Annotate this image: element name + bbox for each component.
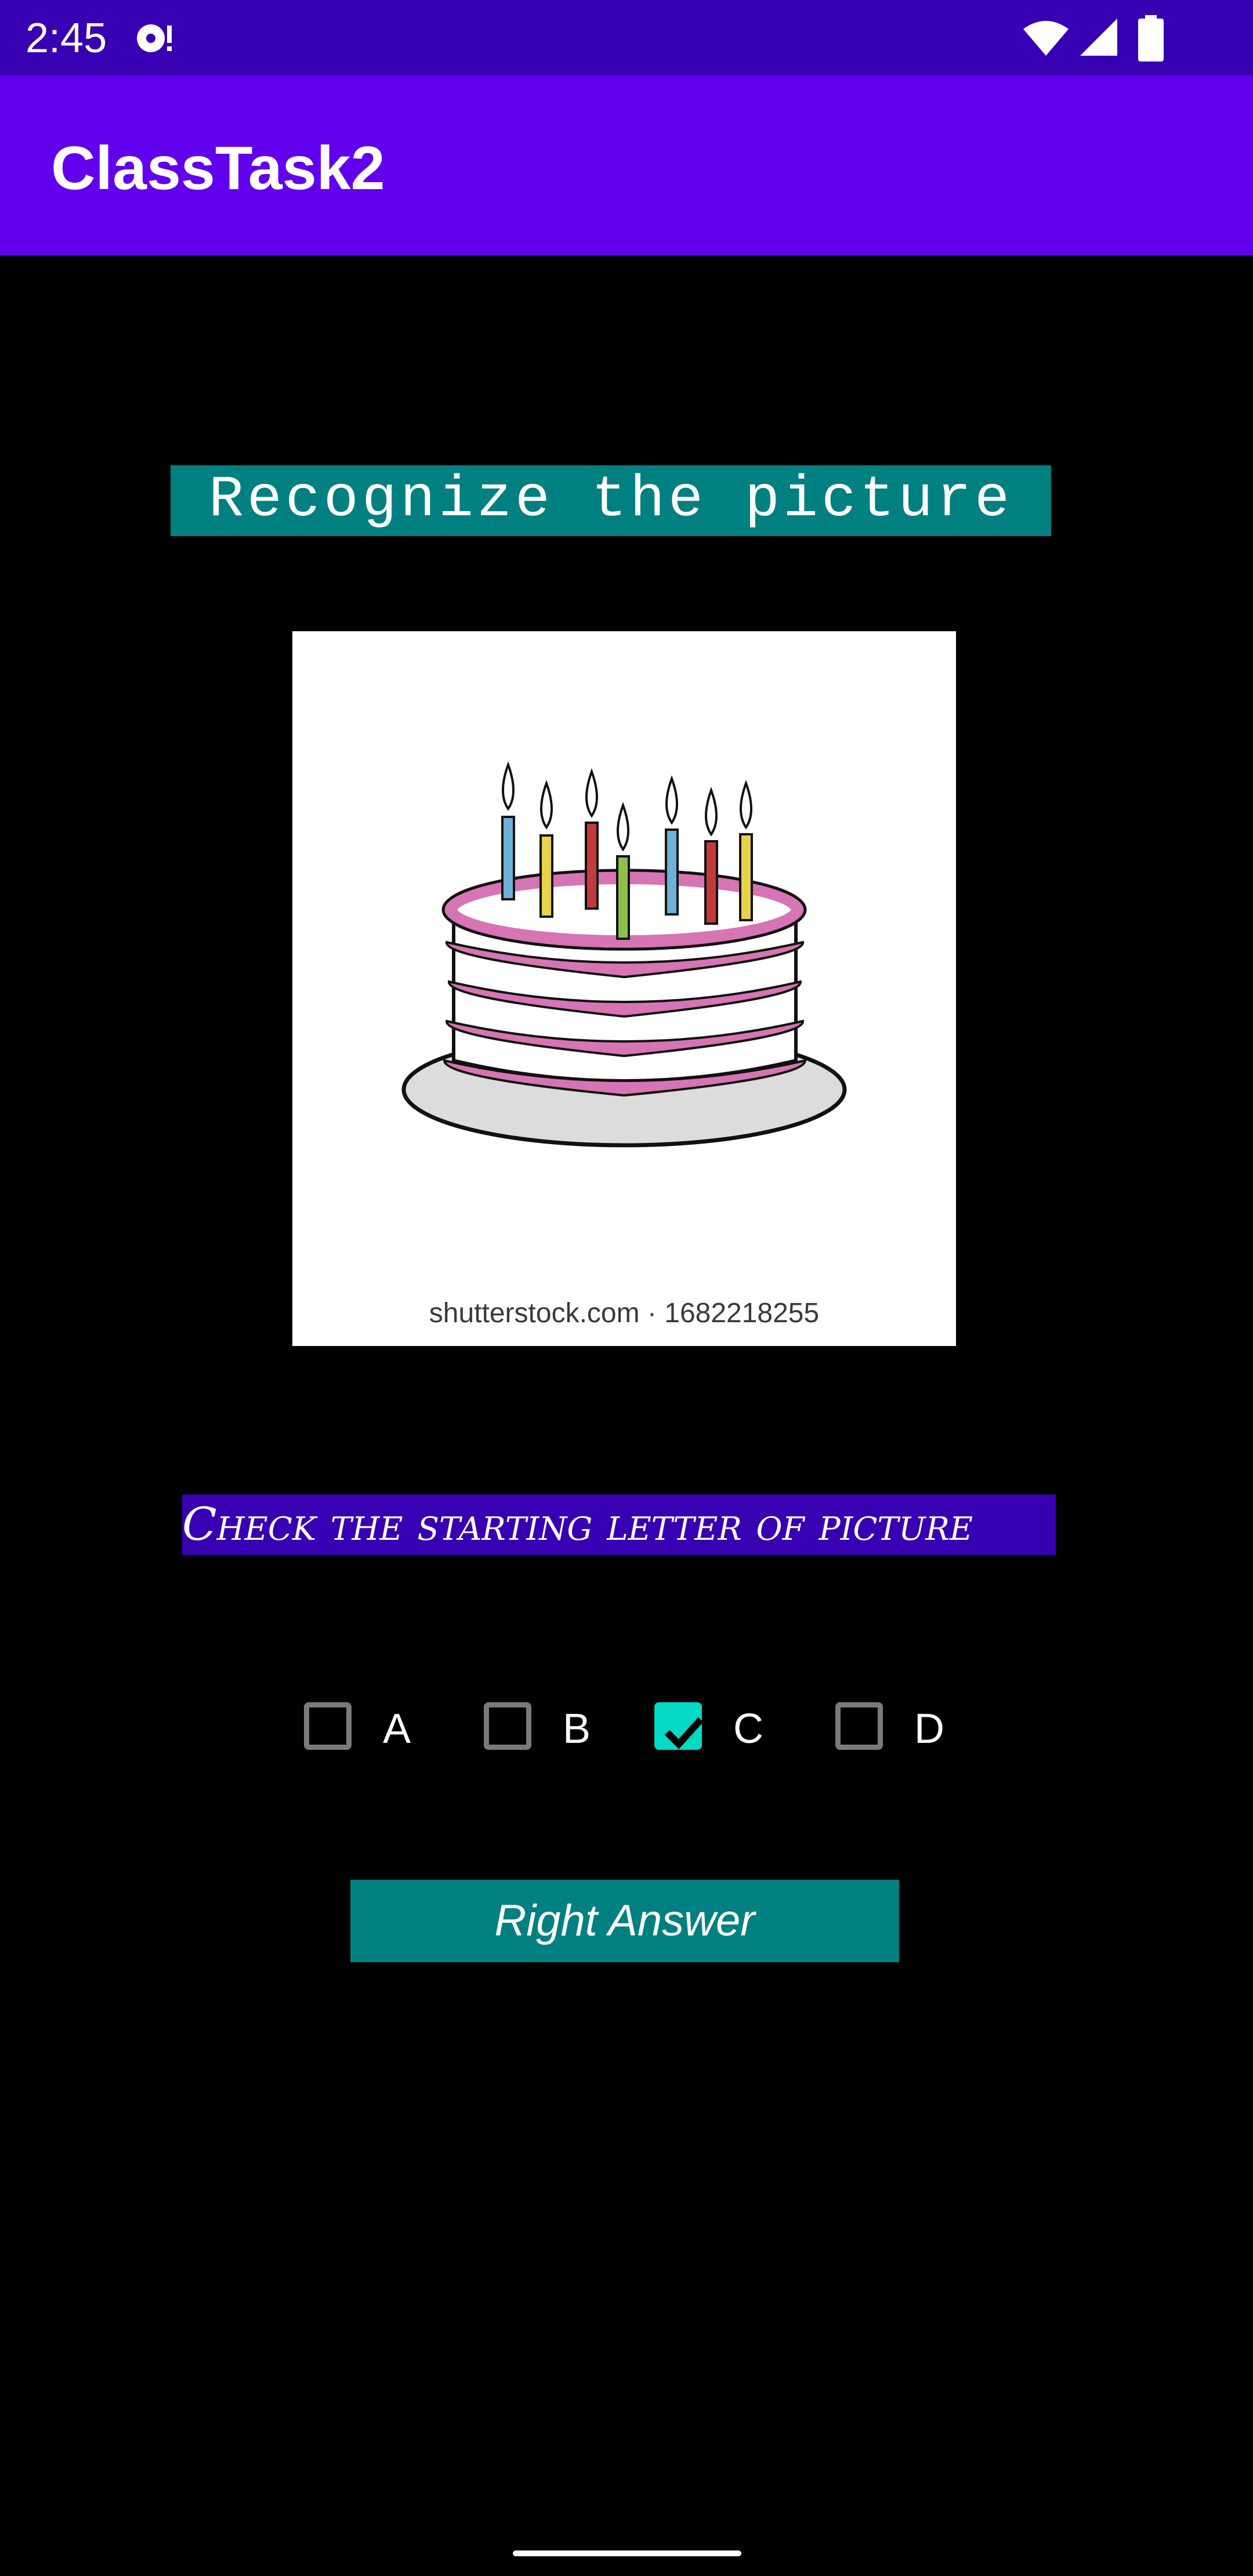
checkbox-c[interactable] xyxy=(654,1702,704,1750)
app-bar: ClassTask2 xyxy=(0,75,1253,255)
option-label: D xyxy=(914,1706,944,1752)
checkbox-b[interactable] xyxy=(484,1702,531,1750)
status-time: 2:45 xyxy=(26,15,107,61)
birthday-cake-illustration xyxy=(401,761,847,1148)
checkbox-d[interactable] xyxy=(835,1702,883,1750)
signal-icon xyxy=(1078,17,1120,58)
navigation-handle[interactable] xyxy=(513,2550,741,2556)
option-label: A xyxy=(383,1706,411,1752)
instruction-text: Check the starting letter of picture xyxy=(182,1495,1056,1555)
answer-options: A B C D xyxy=(0,1694,1253,1770)
app-title: ClassTask2 xyxy=(51,134,385,202)
wifi-icon xyxy=(1022,17,1070,58)
battery-icon xyxy=(1135,15,1167,63)
checkmark-icon xyxy=(664,1717,704,1749)
notification-icon xyxy=(133,17,175,59)
picture-watermark: shutterstock.com · 1682218255 xyxy=(429,1298,820,1329)
status-bar: 2:45 xyxy=(0,0,1253,75)
option-label: C xyxy=(733,1706,763,1752)
headline: Recognize the picture xyxy=(171,465,1051,536)
checkbox-a[interactable] xyxy=(304,1702,352,1750)
picture-image: shutterstock.com · 1682218255 xyxy=(292,631,956,1346)
option-label: B xyxy=(563,1706,591,1752)
right-answer-button[interactable]: Right Answer xyxy=(350,1880,899,1962)
